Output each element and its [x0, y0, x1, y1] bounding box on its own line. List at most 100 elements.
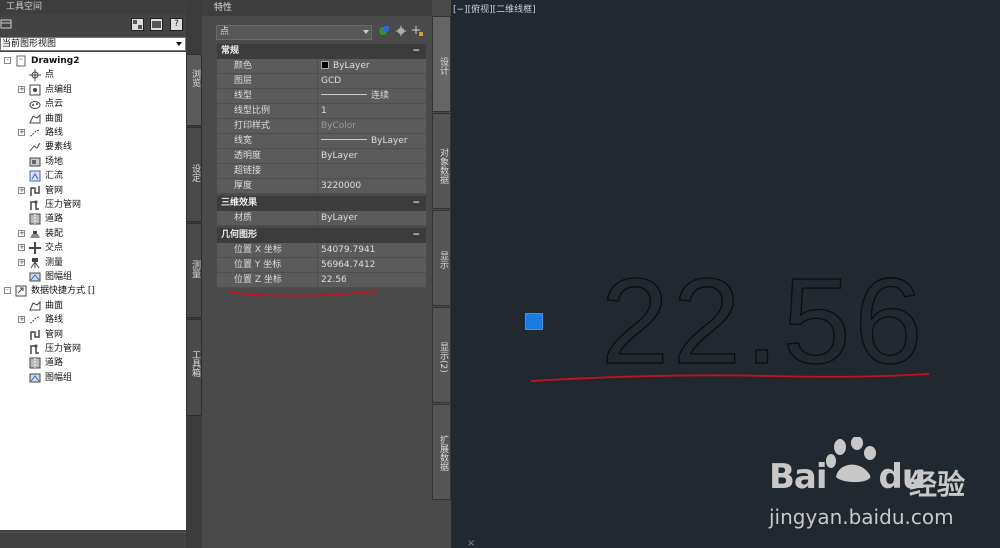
tree-item[interactable]: + 测量 — [0, 256, 186, 270]
property-name: 材质 — [234, 213, 253, 223]
tab-object-data[interactable]: 对象数据 — [432, 113, 451, 209]
list-view-button[interactable] — [150, 18, 163, 31]
tab-settings[interactable]: 设定 — [186, 127, 202, 222]
tab-label: 显示(2) — [438, 342, 448, 373]
tree-item[interactable]: 曲面 — [0, 112, 186, 126]
lineweight-sample — [321, 139, 367, 140]
property-row[interactable]: 厚度 3220000 — [217, 179, 426, 194]
tree-item[interactable]: + 管网 — [0, 184, 186, 198]
property-row[interactable]: 超链接 — [217, 164, 426, 179]
tree-item[interactable]: 道路 — [0, 356, 186, 370]
corridor-icon — [29, 213, 41, 225]
property-row[interactable]: 颜色 ByLayer — [217, 59, 426, 74]
tab-design[interactable]: 设计 — [432, 16, 451, 112]
property-value[interactable]: 连续 — [321, 89, 389, 104]
expand-icon[interactable]: + — [18, 85, 25, 93]
tree-item[interactable]: 图幅组 — [0, 270, 186, 284]
tree-item[interactable]: 压力管网 — [0, 342, 186, 356]
expand-icon[interactable]: + — [18, 129, 25, 136]
property-row[interactable]: 位置 X 坐标 54079.7941 — [217, 243, 426, 258]
property-value[interactable]: 56964.7412 — [321, 258, 375, 273]
tree-item[interactable]: 点云 — [0, 97, 186, 111]
property-row[interactable]: 位置 Y 坐标 56964.7412 — [217, 258, 426, 273]
collapse-icon[interactable]: - — [4, 287, 11, 295]
tab-label: 扩展数据 — [438, 435, 448, 471]
property-row[interactable]: 线型比例 1 — [217, 104, 426, 119]
property-value[interactable]: GCD — [321, 74, 341, 89]
expand-icon[interactable]: + — [18, 186, 25, 194]
property-value[interactable]: ByLayer — [321, 149, 358, 164]
column-divider — [317, 149, 318, 164]
tree-item[interactable]: + 装配 — [0, 227, 186, 241]
property-row[interactable]: 线宽 ByLayer — [217, 134, 426, 149]
property-row[interactable]: 线型 连续 — [217, 89, 426, 104]
drawing-viewport[interactable]: [−][俯视][二维线框] 22.56 Bai du 经验 jingyan.bai… — [451, 0, 1000, 548]
tree-item-label: 曲面 — [45, 300, 64, 311]
toolspace-tabs: 浏览 设定 测量 工具箱 — [186, 14, 202, 548]
tree-item[interactable]: 场地 — [0, 155, 186, 169]
property-value[interactable]: ByLayer — [321, 134, 408, 149]
view-select[interactable]: 当前图形视图 — [0, 37, 186, 51]
tree-view-button[interactable] — [131, 18, 144, 31]
catchment-icon — [29, 170, 41, 182]
expand-icon[interactable]: + — [18, 244, 25, 252]
property-section-header[interactable]: 三维效果 − — [217, 196, 426, 211]
tab-extended-data[interactable]: 扩展数据 — [432, 404, 451, 500]
property-value-text: 1 — [321, 106, 327, 116]
property-section-header[interactable]: 常规 − — [217, 44, 426, 59]
tree-item[interactable]: 道路 — [0, 212, 186, 226]
tree-item[interactable]: + 交点 — [0, 241, 186, 255]
expand-icon[interactable]: + — [18, 316, 25, 324]
tree-item[interactable]: - Drawing2 — [0, 54, 186, 68]
property-name: 线型比例 — [234, 106, 271, 116]
property-value[interactable]: 3220000 — [321, 179, 361, 194]
tab-display-2[interactable]: 显示(2) — [432, 307, 451, 403]
expand-icon[interactable]: + — [18, 258, 25, 266]
tree-item[interactable]: 曲面 — [0, 299, 186, 313]
column-divider — [317, 104, 318, 119]
tab-display[interactable]: 显示 — [432, 210, 451, 306]
property-row[interactable]: 图层 GCD — [217, 74, 426, 89]
tree-item[interactable]: - 数据快捷方式 [] — [0, 284, 186, 298]
tree-item[interactable]: + 路线 — [0, 313, 186, 327]
property-section-header[interactable]: 几何图形 − — [217, 228, 426, 243]
tree-item[interactable]: 点 — [0, 68, 186, 82]
toolspace-icon[interactable] — [0, 18, 12, 30]
property-value[interactable]: ByLayer — [321, 211, 358, 226]
property-row[interactable]: 透明度 ByLayer — [217, 149, 426, 164]
point-cloud-icon — [29, 101, 41, 110]
tree-item-label: 点编组 — [45, 84, 73, 95]
help-button[interactable]: ? — [170, 18, 183, 31]
property-value-text: 54079.7941 — [321, 245, 376, 255]
list-view-icon — [152, 21, 161, 28]
property-value[interactable]: 54079.7941 — [321, 243, 375, 258]
property-row[interactable]: 材质 ByLayer — [217, 211, 426, 226]
tree-item[interactable]: 压力管网 — [0, 198, 186, 212]
property-name: 打印样式 — [234, 121, 271, 131]
property-row[interactable]: 打印样式 ByColor — [217, 119, 426, 134]
property-value[interactable]: ByColor — [321, 119, 356, 134]
collapse-icon[interactable]: − — [412, 228, 420, 243]
tab-prospector[interactable]: 浏览 — [186, 54, 202, 126]
property-value[interactable]: ByLayer — [321, 59, 370, 74]
collapse-icon[interactable]: − — [412, 44, 420, 59]
expand-icon[interactable]: + — [18, 229, 25, 237]
collapse-icon[interactable]: − — [412, 196, 420, 211]
tree-item[interactable]: + 路线 — [0, 126, 186, 140]
property-name: 线型 — [234, 91, 253, 101]
property-value[interactable]: 1 — [321, 104, 327, 119]
collapse-icon[interactable]: - — [4, 57, 11, 64]
close-icon[interactable]: × — [467, 538, 475, 548]
tree-item[interactable]: 图幅组 — [0, 371, 186, 385]
surface-icon — [29, 113, 41, 124]
tree-item[interactable]: 汇流 — [0, 169, 186, 183]
tab-survey[interactable]: 测量 — [186, 223, 202, 318]
property-value-text: 22.56 — [321, 275, 347, 285]
tree-item[interactable]: 管网 — [0, 328, 186, 342]
tree-item[interactable]: 要素线 — [0, 140, 186, 154]
column-divider — [317, 211, 318, 226]
tab-toolbox[interactable]: 工具箱 — [186, 319, 202, 416]
tree-item[interactable]: + 点编组 — [0, 83, 186, 97]
drawing-icon — [16, 55, 26, 67]
property-name: 位置 Y 坐标 — [234, 260, 282, 270]
